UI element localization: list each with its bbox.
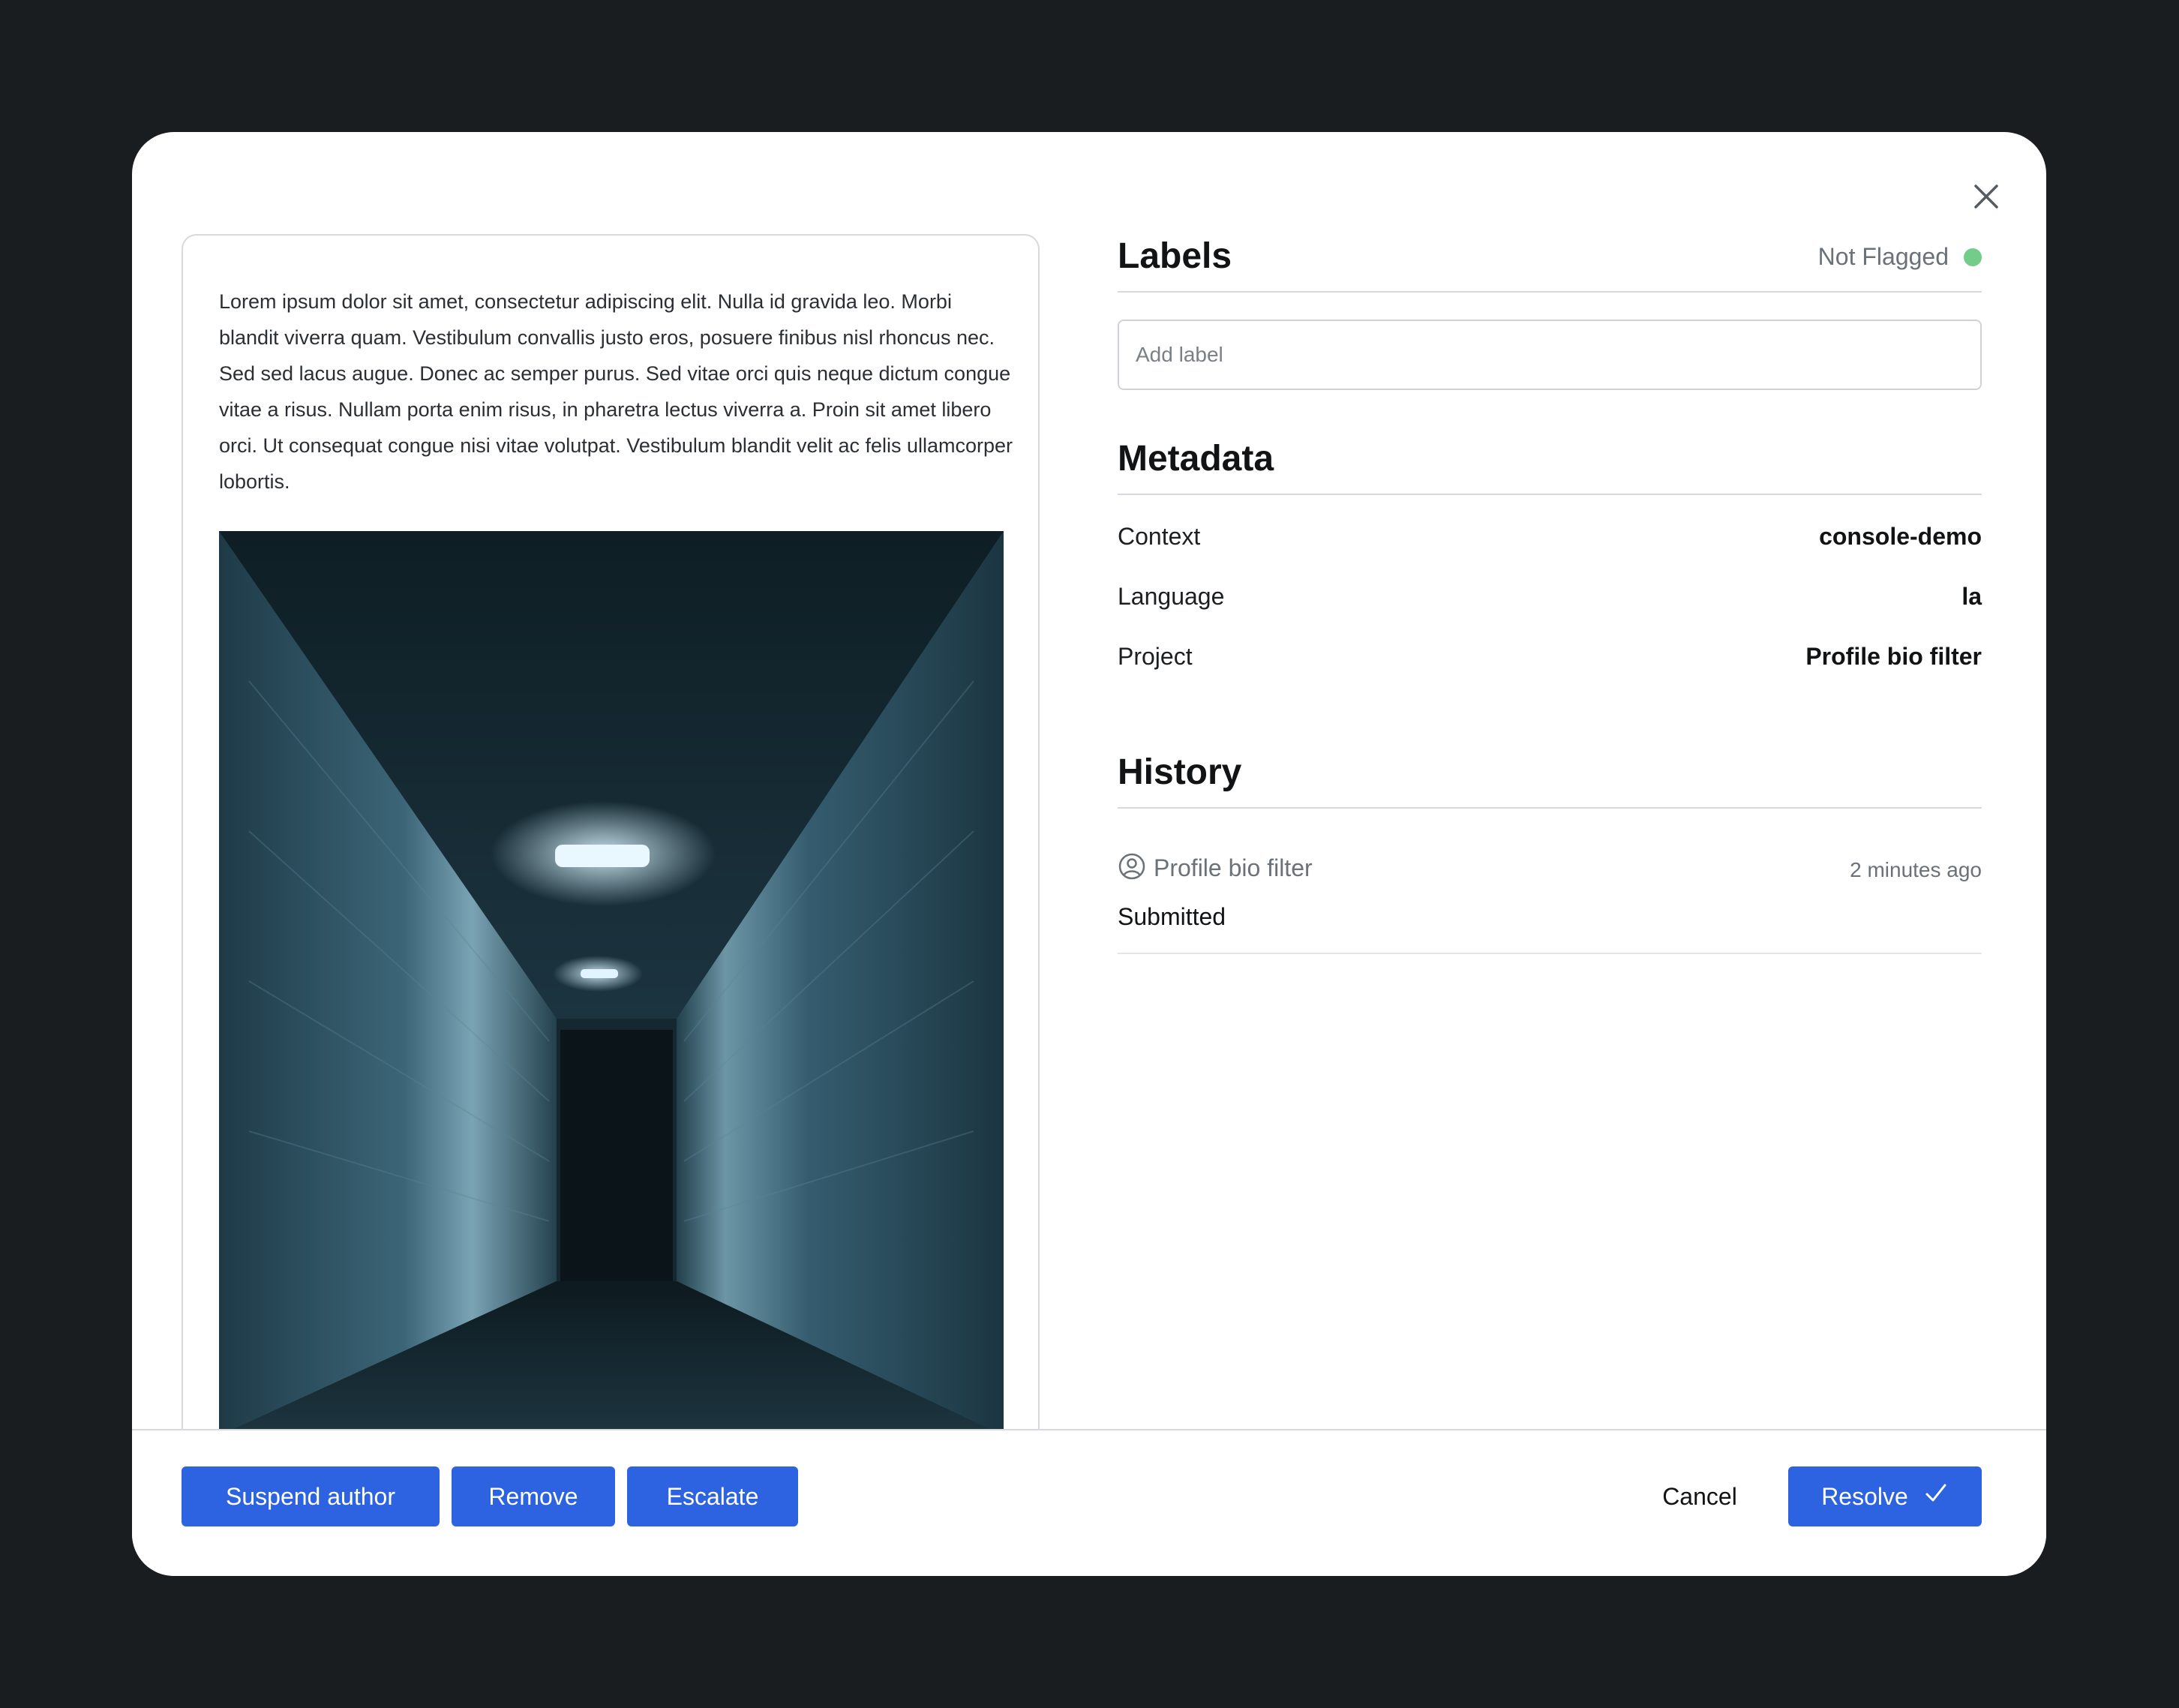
flag-status-text: Not Flagged (1817, 243, 1949, 270)
metadata-row-context: Context console-demo (1118, 518, 1982, 555)
metadata-header: Metadata (1118, 437, 1982, 495)
remove-button[interactable]: Remove (452, 1466, 615, 1526)
check-icon (1923, 1481, 1949, 1512)
cancel-button[interactable]: Cancel (1650, 1466, 1749, 1526)
metadata-value: console-demo (1819, 522, 1982, 550)
user-circle-icon (1118, 852, 1146, 884)
action-footer: Suspend author Remove Escalate Cancel Re… (132, 1429, 2046, 1576)
resolve-label: Resolve (1821, 1482, 1908, 1510)
metadata-value: Profile bio filter (1805, 642, 1982, 670)
metadata-row-project: Project Profile bio filter (1118, 638, 1982, 675)
metadata-title: Metadata (1118, 439, 1274, 479)
metadata-row-language: Language la (1118, 578, 1982, 615)
review-modal: Lorem ipsum dolor sit amet, consectetur … (132, 132, 2046, 1576)
history-header: History (1118, 750, 1982, 809)
close-icon[interactable] (1965, 176, 2007, 218)
history-entry: Profile bio filter 2 minutes ago Submitt… (1118, 852, 1982, 954)
metadata-key: Project (1118, 642, 1193, 670)
metadata-value: la (1961, 582, 1982, 610)
status-dot-icon (1964, 248, 1982, 266)
history-user: Profile bio filter (1118, 852, 1313, 884)
content-text: Lorem ipsum dolor sit amet, consectetur … (219, 290, 1013, 493)
flag-status: Not Flagged (1818, 243, 1982, 271)
add-label-input[interactable] (1118, 320, 1982, 390)
history-timestamp: 2 minutes ago (1850, 858, 1982, 881)
content-preview: Lorem ipsum dolor sit amet, consectetur … (182, 234, 1040, 1434)
metadata-key: Context (1118, 522, 1201, 550)
suspend-author-button[interactable]: Suspend author (182, 1466, 440, 1526)
history-action: Submitted (1118, 903, 1226, 930)
history-title: History (1118, 752, 1242, 792)
resolve-button[interactable]: Resolve (1788, 1466, 1982, 1526)
metadata-key: Language (1118, 582, 1225, 610)
content-image (219, 531, 1004, 1434)
history-user-name: Profile bio filter (1154, 854, 1313, 881)
escalate-button[interactable]: Escalate (627, 1466, 798, 1526)
labels-header: Labels Not Flagged (1118, 234, 1982, 293)
